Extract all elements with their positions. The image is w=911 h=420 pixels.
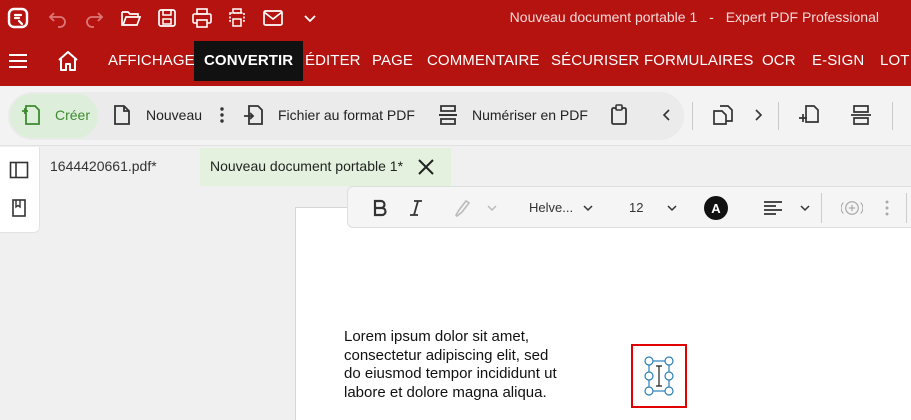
font-dropdown-icon[interactable]: [577, 197, 599, 219]
more-options-icon[interactable]: [210, 103, 234, 127]
tab-document-active[interactable]: Nouveau document portable 1*: [200, 148, 451, 186]
menu-securiser[interactable]: SÉCURISER: [551, 52, 639, 69]
tab-document-label: Nouveau document portable 1*: [210, 158, 404, 174]
menu-affichage[interactable]: AFFICHAGE: [108, 52, 195, 69]
text-line: Lorem ipsum dolor sit amet,: [344, 328, 530, 345]
expand-chevron-icon[interactable]: [746, 103, 770, 127]
menu-commentaire[interactable]: COMMENTAIRE: [427, 52, 540, 69]
text-cursor-object-icon[interactable]: [643, 356, 675, 396]
ribbon-divider: [778, 102, 779, 130]
italic-icon[interactable]: [405, 197, 427, 219]
text-block[interactable]: Lorem ipsum dolor sit amet, consectetur …: [344, 328, 614, 402]
panel-toggle-icon[interactable]: [9, 160, 29, 180]
text-line: do eiusmod tempor incididunt ut: [344, 365, 557, 382]
highlight-icon[interactable]: [452, 197, 474, 219]
format-toolbar: Helve... 12 A: [347, 186, 911, 228]
new-doc-icon: [110, 103, 134, 127]
title-bar: Nouveau document portable 1 - Expert PDF…: [0, 0, 911, 36]
menu-page[interactable]: PAGE: [372, 52, 413, 69]
ribbon-divider: [892, 102, 893, 130]
scan-to-pdf-button[interactable]: Numériser en PDF: [472, 107, 588, 123]
file-to-pdf-icon: [242, 103, 266, 127]
menu-ocr[interactable]: OCR: [762, 52, 796, 69]
save-icon[interactable]: [155, 6, 179, 30]
customize-chevron-icon[interactable]: [298, 6, 322, 30]
window-title: Nouveau document portable 1 - Expert PDF…: [510, 9, 879, 25]
close-tab-icon[interactable]: [416, 157, 436, 177]
add-circle-icon[interactable]: [841, 197, 863, 219]
menu-convertir[interactable]: CONVERTIR: [194, 41, 304, 81]
hamburger-menu-icon[interactable]: [8, 51, 28, 71]
create-label: Créer: [55, 107, 91, 123]
ribbon-toolbar: Créer Nouveau Fichier au format PDF Numé…: [0, 86, 911, 146]
font-size-select[interactable]: 12: [629, 200, 643, 215]
split-page-icon[interactable]: [849, 103, 873, 127]
text-color-button[interactable]: A: [704, 196, 728, 220]
more-format-options-icon[interactable]: [876, 197, 898, 219]
menu-formulaires[interactable]: FORMULAIRES: [644, 52, 753, 69]
app-name: Expert PDF Professional: [725, 9, 879, 25]
format-divider: [906, 193, 907, 223]
batch-print-icon[interactable]: [225, 6, 249, 30]
new-button[interactable]: Nouveau: [146, 107, 202, 123]
document-title: Nouveau document portable 1: [509, 9, 698, 25]
print-icon[interactable]: [190, 6, 214, 30]
menu-lot[interactable]: LOT: [880, 52, 909, 69]
insert-page-icon[interactable]: [797, 103, 821, 127]
convert-pages-icon[interactable]: [711, 103, 735, 127]
open-folder-icon[interactable]: [119, 6, 143, 30]
menu-bar: AFFICHAGE CONVERTIR ÉDITER PAGE COMMENTA…: [0, 36, 911, 86]
email-icon[interactable]: [261, 6, 285, 30]
menu-editer[interactable]: ÉDITER: [305, 52, 361, 69]
align-left-icon[interactable]: [762, 197, 784, 219]
side-panel: [0, 147, 40, 233]
title-separator: -: [709, 9, 714, 25]
expert-pdf-logo-icon[interactable]: [6, 6, 30, 30]
format-divider: [821, 193, 822, 223]
menu-esign[interactable]: E-SIGN: [812, 52, 864, 69]
text-line: consectetur adipiscing elit, sed: [344, 346, 549, 364]
highlight-dropdown-icon[interactable]: [481, 197, 503, 219]
bold-icon[interactable]: [369, 197, 391, 219]
create-doc-icon: [20, 103, 44, 127]
scan-icon: [436, 103, 460, 127]
clipboard-icon[interactable]: [607, 103, 631, 127]
text-line: labore et dolore magna aliqua.: [344, 383, 547, 401]
align-dropdown-icon[interactable]: [794, 197, 816, 219]
file-to-pdf-button[interactable]: Fichier au format PDF: [278, 107, 415, 123]
ribbon-divider: [692, 102, 693, 130]
size-dropdown-icon[interactable]: [661, 197, 683, 219]
scroll-left-chevron-icon[interactable]: [655, 103, 679, 127]
undo-icon[interactable]: [46, 6, 70, 30]
home-icon[interactable]: [56, 50, 80, 72]
tab-file[interactable]: 1644420661.pdf*: [50, 158, 157, 174]
bookmark-icon[interactable]: [9, 198, 29, 218]
redo-icon[interactable]: [82, 6, 106, 30]
font-family-select[interactable]: Helve...: [529, 200, 573, 215]
